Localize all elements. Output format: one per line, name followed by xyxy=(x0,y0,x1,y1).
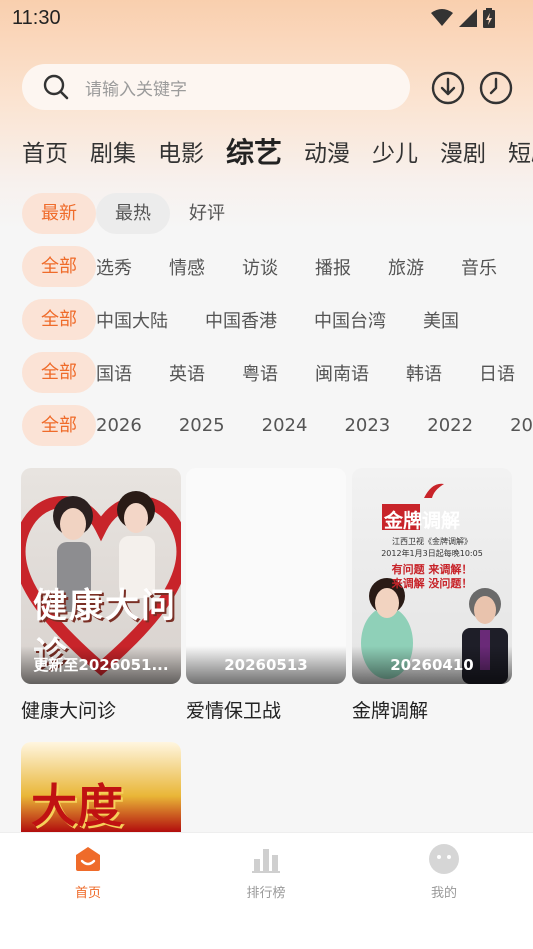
region-option[interactable]: 中国台湾 xyxy=(314,307,386,333)
poster-logo-text: 大度 xyxy=(31,779,123,832)
poster-image: 大度 xyxy=(21,742,181,832)
update-badge: 更新至2026051... xyxy=(21,646,181,684)
poster-date: 2012年1月3日起每晚10:05 xyxy=(381,549,483,558)
poster-image: 健康大问诊 更新至2026051... xyxy=(21,468,181,684)
region-filter-row: 全部 中国大陆 中国香港 中国台湾 美国 xyxy=(22,299,496,340)
signal-icon xyxy=(459,9,477,27)
status-icons xyxy=(431,8,495,28)
tab-kids[interactable]: 少儿 xyxy=(372,134,418,171)
nav-ranking-label: 排行榜 xyxy=(246,886,286,901)
wifi-icon xyxy=(431,9,453,26)
tab-comic-drama[interactable]: 漫剧 xyxy=(440,134,486,171)
genre-all[interactable]: 全部 xyxy=(22,246,96,287)
card-title: 金牌调解 xyxy=(352,700,429,722)
year-option[interactable]: 2023 xyxy=(344,415,390,436)
tab-variety[interactable]: 综艺 xyxy=(226,131,282,171)
language-option[interactable]: 国语 xyxy=(96,360,132,386)
profile-icon xyxy=(429,844,459,874)
update-badge: 20260513 xyxy=(186,646,346,684)
update-badge: 20260410 xyxy=(352,646,512,684)
language-option[interactable]: 日语 xyxy=(479,360,515,386)
language-option[interactable]: 韩语 xyxy=(406,360,442,386)
region-all[interactable]: 全部 xyxy=(22,299,96,340)
bottom-nav: 首页 排行榜 我的 xyxy=(0,832,533,949)
content-card[interactable]: 健康大问诊 更新至2026051... 健康大问诊 xyxy=(21,468,181,723)
genre-option[interactable]: 音乐 xyxy=(461,254,497,280)
tab-movies[interactable]: 电影 xyxy=(158,134,204,171)
language-filter-row: 全部 国语 英语 粤语 闽南语 韩语 日语 xyxy=(22,352,533,393)
content-card[interactable]: 金牌调解 江西卫视《金牌调解》 2012年1月3日起每晚10:05 有问题 来调… xyxy=(352,468,512,723)
status-time: 11:30 xyxy=(12,7,61,29)
status-bar: 11:30 xyxy=(0,0,533,38)
year-option[interactable]: 2025 xyxy=(179,415,225,436)
year-option[interactable]: 2022 xyxy=(427,415,473,436)
sort-latest[interactable]: 最新 xyxy=(22,193,96,234)
nav-home-label: 首页 xyxy=(74,886,101,901)
genre-option[interactable]: 选秀 xyxy=(96,254,132,280)
nav-ranking[interactable]: 排行榜 xyxy=(216,843,316,901)
year-option[interactable]: 2026 xyxy=(96,415,142,436)
search-placeholder: 请输入关键字 xyxy=(85,79,187,100)
genre-filter-row: 全部 选秀 情感 访谈 播报 旅游 音乐 xyxy=(22,246,533,287)
card-title: 爱情保卫战 xyxy=(186,700,282,722)
year-option[interactable]: 20 xyxy=(510,415,533,436)
year-filter-row: 全部 2026 2025 2024 2023 2022 20 xyxy=(22,405,533,446)
region-option[interactable]: 美国 xyxy=(423,307,459,333)
download-icon[interactable] xyxy=(431,71,465,105)
language-option[interactable]: 英语 xyxy=(169,360,205,386)
genre-option[interactable]: 播报 xyxy=(315,254,351,280)
search-row: 请输入关键字 xyxy=(22,64,522,112)
home-icon xyxy=(76,847,100,871)
genre-option[interactable]: 情感 xyxy=(169,254,205,280)
history-icon[interactable] xyxy=(479,71,513,105)
genre-option[interactable]: 旅游 xyxy=(388,254,424,280)
search-input[interactable]: 请输入关键字 xyxy=(22,64,410,110)
region-option[interactable]: 中国大陆 xyxy=(96,307,168,333)
genre-option[interactable]: 访谈 xyxy=(242,254,278,280)
card-title: 健康大问诊 xyxy=(21,700,117,722)
content-card[interactable]: 20260513 爱情保卫战 xyxy=(186,468,346,723)
poster-logo-text: 金牌调解 xyxy=(384,510,461,532)
nav-profile-label: 我的 xyxy=(430,886,457,901)
sort-filter-row: 最新 最热 好评 xyxy=(22,193,244,234)
poster-image: 20260513 xyxy=(186,468,346,684)
tab-home[interactable]: 首页 xyxy=(22,134,68,171)
language-all[interactable]: 全部 xyxy=(22,352,96,393)
poster-slogan: 来调解 没问题！ xyxy=(391,577,473,590)
sort-hottest[interactable]: 最热 xyxy=(96,193,170,234)
tab-short-drama[interactable]: 短剧 xyxy=(508,134,533,171)
poster-image: 金牌调解 江西卫视《金牌调解》 2012年1月3日起每晚10:05 有问题 来调… xyxy=(352,468,512,684)
channel-tabs: 首页 剧集 电影 综艺 动漫 少儿 漫剧 短剧 xyxy=(22,134,533,171)
poster-subtitle: 江西卫视《金牌调解》 xyxy=(392,537,472,546)
nav-profile[interactable]: 我的 xyxy=(394,843,494,901)
year-option[interactable]: 2024 xyxy=(262,415,308,436)
tab-series[interactable]: 剧集 xyxy=(90,134,136,171)
nav-home[interactable]: 首页 xyxy=(38,843,138,901)
sort-top-rated[interactable]: 好评 xyxy=(170,193,244,234)
language-option[interactable]: 粤语 xyxy=(242,360,278,386)
chart-icon xyxy=(252,849,280,873)
tab-anime[interactable]: 动漫 xyxy=(304,134,350,171)
search-icon xyxy=(43,74,69,100)
language-option[interactable]: 闽南语 xyxy=(315,360,369,386)
year-all[interactable]: 全部 xyxy=(22,405,96,446)
region-option[interactable]: 中国香港 xyxy=(205,307,277,333)
content-card[interactable]: 大度 xyxy=(21,742,181,832)
battery-icon xyxy=(483,8,495,28)
